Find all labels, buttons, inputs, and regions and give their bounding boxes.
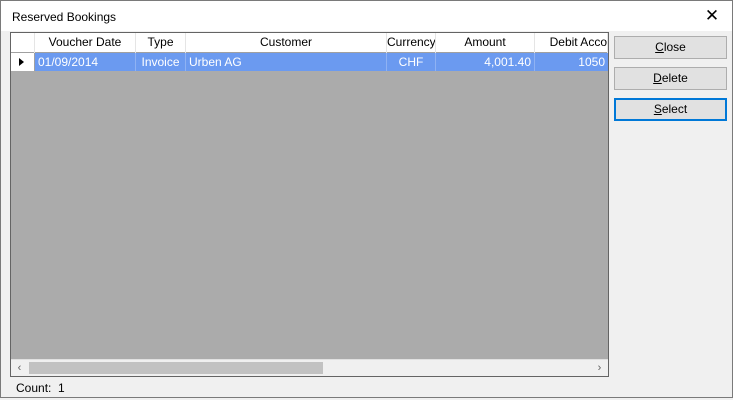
grid-header: Voucher Date Type Customer Currency Amou… [11,33,608,53]
row-selector[interactable] [11,53,35,71]
table-row[interactable]: 01/09/2014 Invoice Urben AG CHF 4,001.40… [11,53,608,71]
cell-debit-account[interactable]: 1050 [535,53,608,71]
cell-customer[interactable]: Urben AG [186,53,387,71]
column-header-voucher-date[interactable]: Voucher Date [35,33,136,53]
scrollbar-thumb[interactable] [29,362,323,374]
delete-button-label: elete [661,71,688,85]
close-button-label: lose [663,40,686,54]
delete-button[interactable]: Delete [614,67,727,90]
current-row-arrow-icon [19,58,24,66]
title-bar: Reserved Bookings ✕ [1,1,732,31]
column-header-currency[interactable]: Currency [387,33,436,53]
reserved-bookings-window: Reserved Bookings ✕ Voucher Date Type Cu… [0,0,733,398]
close-button[interactable]: Close [614,36,727,59]
count-label: Count: [16,381,52,395]
column-header-type[interactable]: Type [136,33,186,53]
cell-amount[interactable]: 4,001.40 [436,53,535,71]
row-header-corner [11,33,35,53]
select-button[interactable]: Select [614,98,727,121]
horizontal-scrollbar[interactable]: ‹ › [11,359,608,376]
select-button-mnemonic: S [653,102,662,116]
delete-button-mnemonic: D [653,71,662,85]
window-title: Reserved Bookings [12,10,117,24]
scroll-left-icon[interactable]: ‹ [11,360,28,376]
column-header-amount[interactable]: Amount [436,33,535,53]
scroll-right-icon[interactable]: › [591,360,608,376]
column-header-debit-account[interactable]: Debit Acco [535,33,608,53]
bookings-grid[interactable]: Voucher Date Type Customer Currency Amou… [10,32,609,377]
close-button-mnemonic: C [655,40,664,54]
cell-voucher-date[interactable]: 01/09/2014 [35,53,136,71]
count-value: 1 [58,381,65,395]
select-button-label: elect [661,102,688,116]
cell-type[interactable]: Invoice [136,53,186,71]
column-header-customer[interactable]: Customer [186,33,387,53]
close-icon[interactable]: ✕ [700,6,724,28]
cell-currency[interactable]: CHF [387,53,436,71]
